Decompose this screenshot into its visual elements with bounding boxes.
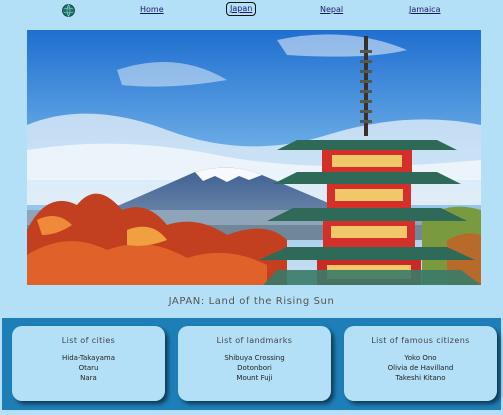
cities-card-title: List of cities — [61, 336, 116, 345]
globe-icon[interactable] — [62, 4, 75, 17]
page-caption: JAPAN: Land of the Rising Sun — [168, 296, 335, 307]
landmarks-card-title: List of landmarks — [216, 336, 293, 345]
list-item: Hida-Takayama — [62, 354, 115, 362]
cities-card: List of cities Hida-Takayama Otaru Nara — [12, 326, 165, 401]
citizens-card: List of famous citizens Yoko Ono Olivia … — [344, 326, 497, 401]
nav-link-jamaica[interactable]: Jamaica — [409, 4, 440, 16]
hero-image — [27, 30, 481, 285]
nav-link-nepal[interactable]: Nepal — [320, 4, 343, 16]
list-item: Olivia de Havilland — [387, 364, 454, 372]
cities-list: Hida-Takayama Otaru Nara — [12, 353, 165, 383]
list-item: Takeshi Kitano — [395, 374, 446, 382]
citizens-list: Yoko Ono Olivia de Havilland Takeshi Kit… — [344, 353, 497, 383]
hero-illustration — [27, 30, 481, 285]
nav-link-japan[interactable]: Japan — [226, 2, 257, 16]
list-item: Nara — [80, 374, 97, 382]
list-item: Otaru — [78, 364, 99, 372]
list-item: Yoko Ono — [404, 354, 437, 362]
landmarks-list: Shibuya Crossing Dotonbori Mount Fuji — [178, 353, 331, 383]
list-item: Mount Fuji — [236, 374, 273, 382]
list-item: Dotonbori — [237, 364, 272, 372]
list-item: Shibuya Crossing — [224, 354, 285, 362]
nav-link-home[interactable]: Home — [140, 4, 164, 16]
landmarks-card: List of landmarks Shibuya Crossing Doton… — [178, 326, 331, 401]
citizens-card-title: List of famous citizens — [371, 336, 470, 345]
top-nav: Home Japan Nepal Jamaica — [0, 0, 503, 22]
